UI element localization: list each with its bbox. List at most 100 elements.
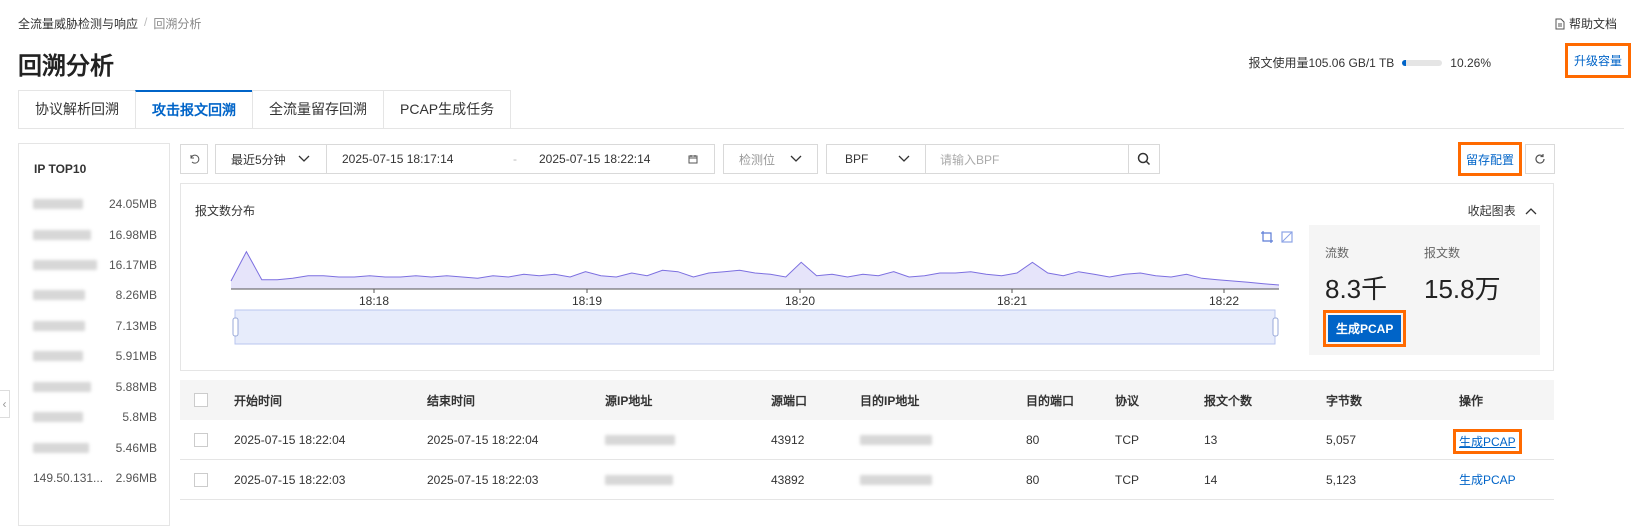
position-select[interactable]: 检测位 bbox=[723, 144, 818, 174]
ip-top10-panel: IP TOP10 24.05MB 16.98MB 16.17MB 8.26MB … bbox=[18, 143, 170, 526]
packet-distribution-panel: 报文数分布 收起图表 18:18 18:19 18:20 18:21 18:22 流数 … bbox=[180, 183, 1554, 371]
sidebar-collapse-button[interactable]: ‹ bbox=[0, 390, 10, 418]
table-row: 2025-07-15 18:22:04 2025-07-15 18:22:04 … bbox=[180, 420, 1554, 460]
row-dst-ip bbox=[860, 435, 932, 445]
ip-address bbox=[33, 412, 83, 422]
ip-address bbox=[33, 260, 97, 270]
ip-list-item[interactable]: 16.98MB bbox=[33, 228, 157, 242]
row-end-time: 2025-07-15 18:22:03 bbox=[427, 472, 539, 487]
chevron-down-icon bbox=[790, 155, 802, 162]
ip-address bbox=[33, 382, 91, 392]
breadcrumb-root[interactable]: 全流量威胁检测与响应 bbox=[18, 15, 138, 32]
retention-config-button[interactable]: 留存配置 bbox=[1458, 142, 1522, 176]
chart-title: 报文数分布 bbox=[195, 204, 256, 218]
tab-protocol-analysis[interactable]: 协议解析回溯 bbox=[18, 90, 136, 128]
brush-handle[interactable] bbox=[232, 317, 239, 337]
ip-size: 5.8MB bbox=[122, 410, 157, 424]
search-icon bbox=[1137, 152, 1151, 166]
ip-address: 149.50.131... bbox=[33, 471, 104, 485]
select-all-checkbox[interactable] bbox=[194, 393, 208, 407]
date-range-picker[interactable]: 2025-07-15 18:17:14 - 2025-07-15 18:22:1… bbox=[326, 144, 715, 174]
time-range-select[interactable]: 最近5分钟 bbox=[215, 144, 327, 174]
zoom-reset-icon[interactable] bbox=[1280, 230, 1294, 244]
row-start-time: 2025-07-15 18:22:04 bbox=[234, 432, 346, 447]
ip-size: 16.98MB bbox=[108, 228, 157, 242]
storage-usage: 报文使用量105.06 GB/1 TB 10.26% bbox=[1248, 54, 1491, 71]
refresh-button[interactable] bbox=[1525, 144, 1555, 174]
ip-address bbox=[33, 230, 91, 240]
summary-stats: 流数 报文数 8.3千 15.8万 生成PCAP bbox=[1309, 225, 1540, 355]
ip-address bbox=[33, 199, 83, 209]
collapse-chart-label: 收起图表 bbox=[1467, 204, 1516, 218]
ip-address bbox=[33, 351, 83, 361]
ip-list-item[interactable]: 5.91MB bbox=[33, 349, 157, 363]
time-range-brush[interactable] bbox=[234, 309, 1276, 345]
ip-list-item[interactable]: 149.50.131... 2.96MB bbox=[33, 471, 157, 485]
table-row: 2025-07-15 18:22:03 2025-07-15 18:22:03 … bbox=[180, 460, 1554, 500]
ip-list-item[interactable]: 7.13MB bbox=[33, 319, 157, 333]
header-src-ip: 源IP地址 bbox=[605, 393, 653, 408]
zoom-select-icon[interactable] bbox=[1260, 230, 1274, 244]
row-dst-ip bbox=[860, 475, 932, 485]
calendar-icon bbox=[688, 155, 698, 164]
undo-icon bbox=[190, 154, 200, 164]
collapse-chart-button[interactable]: 收起图表 bbox=[1468, 202, 1537, 219]
ip-list-item[interactable]: 5.8MB bbox=[33, 410, 157, 424]
ip-list-item[interactable]: 5.46MB bbox=[33, 441, 157, 455]
bpf-input[interactable]: 请输入BPF bbox=[925, 144, 1129, 174]
packet-distribution-chart: 18:18 18:19 18:20 18:21 18:22 bbox=[230, 250, 1280, 345]
bpf-placeholder: 请输入BPF bbox=[940, 152, 1000, 167]
help-docs-link[interactable]: 帮助文档 bbox=[1555, 15, 1617, 32]
usage-progress-bar bbox=[1402, 59, 1443, 66]
tab-pcap-tasks[interactable]: PCAP生成任务 bbox=[383, 90, 512, 128]
tab-attack-packet[interactable]: 攻击报文回溯 bbox=[135, 90, 253, 128]
usage-progress-fill bbox=[1402, 59, 1407, 66]
generate-pcap-button[interactable]: 生成PCAP bbox=[1328, 315, 1402, 342]
chevron-up-icon bbox=[1525, 208, 1537, 215]
row-generate-pcap-link[interactable]: 生成PCAP bbox=[1459, 435, 1516, 449]
breadcrumb: 全流量威胁检测与响应 / 回溯分析 bbox=[18, 15, 201, 32]
ip-list-item[interactable]: 5.88MB bbox=[33, 380, 157, 394]
search-button[interactable] bbox=[1128, 144, 1160, 174]
tab-full-traffic[interactable]: 全流量留存回溯 bbox=[252, 90, 384, 128]
ip-size: 5.46MB bbox=[115, 441, 157, 455]
header-packet-count: 报文个数 bbox=[1204, 393, 1253, 408]
upgrade-capacity-button[interactable]: 升级容量 bbox=[1564, 43, 1631, 78]
ip-list-item[interactable]: 24.05MB bbox=[33, 197, 157, 211]
header-end-time: 结束时间 bbox=[427, 393, 476, 408]
row-protocol: TCP bbox=[1115, 432, 1139, 447]
breadcrumb-separator: / bbox=[144, 15, 148, 29]
ip-list-item[interactable]: 16.17MB bbox=[33, 258, 157, 272]
row-src-port: 43892 bbox=[771, 472, 805, 487]
date-separator: - bbox=[513, 152, 517, 166]
end-time[interactable]: 2025-07-15 18:22:14 bbox=[539, 152, 650, 166]
row-dst-port: 80 bbox=[1026, 472, 1040, 487]
brush-handle[interactable] bbox=[1272, 317, 1279, 337]
help-docs-label: 帮助文档 bbox=[1568, 17, 1617, 31]
row-src-ip bbox=[605, 435, 675, 445]
reset-button[interactable] bbox=[180, 144, 208, 174]
flow-count-value: 8.3千 bbox=[1325, 274, 1388, 304]
ip-size: 2.96MB bbox=[115, 471, 157, 485]
bpf-type-select[interactable]: BPF bbox=[826, 144, 926, 174]
chevron-down-icon bbox=[298, 155, 310, 162]
usage-text: 报文使用量105.06 GB/1 TB bbox=[1248, 56, 1395, 70]
generate-pcap-highlight: 生成PCAP bbox=[1323, 310, 1407, 347]
row-end-time: 2025-07-15 18:22:04 bbox=[427, 432, 539, 447]
usage-percent: 10.26% bbox=[1450, 55, 1491, 70]
row-checkbox[interactable] bbox=[194, 433, 208, 447]
ip-list-item[interactable]: 8.26MB bbox=[33, 288, 157, 302]
ip-address bbox=[33, 321, 85, 331]
ip-size: 5.91MB bbox=[115, 349, 157, 363]
x-tick-label: 18:18 bbox=[359, 294, 389, 308]
position-placeholder: 检测位 bbox=[739, 152, 776, 167]
row-bytes: 5,057 bbox=[1326, 432, 1357, 447]
row-checkbox[interactable] bbox=[194, 473, 208, 487]
row-protocol: TCP bbox=[1115, 472, 1139, 487]
ip-size: 7.13MB bbox=[115, 319, 157, 333]
ip-address bbox=[33, 290, 85, 300]
row-generate-pcap-link[interactable]: 生成PCAP bbox=[1459, 471, 1516, 488]
table-header: 开始时间 结束时间 源IP地址 源端口 目的IP地址 目的端口 协议 报文个数 … bbox=[180, 380, 1554, 420]
start-time[interactable]: 2025-07-15 18:17:14 bbox=[342, 152, 453, 166]
header-action: 操作 bbox=[1459, 393, 1484, 408]
